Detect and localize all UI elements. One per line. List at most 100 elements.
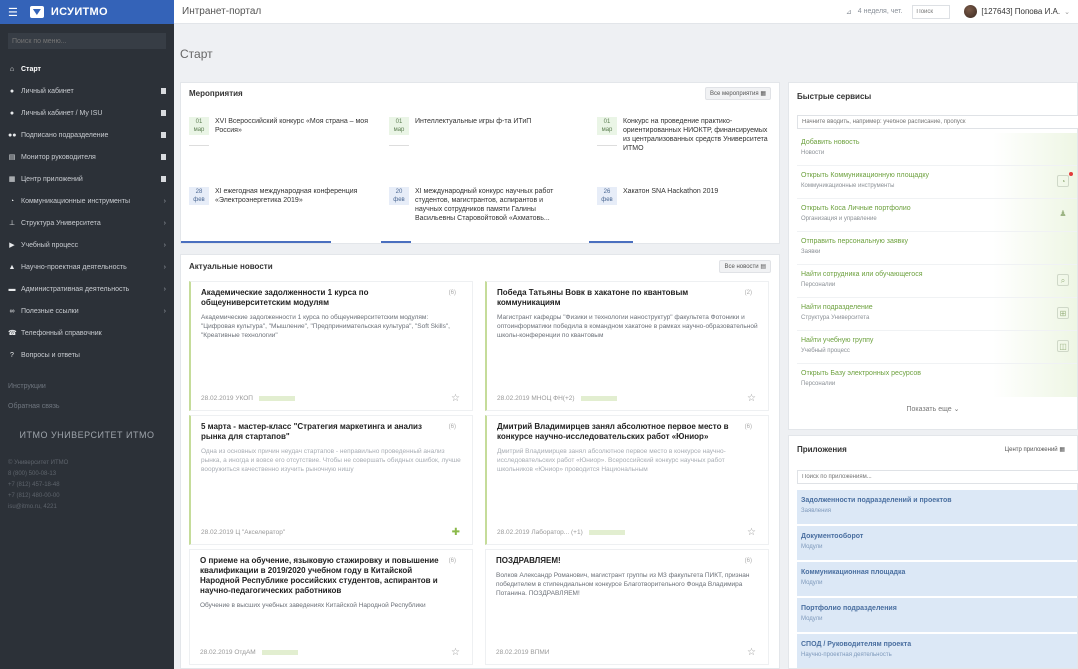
news-source[interactable]: Ц "Акселератор" bbox=[235, 529, 285, 536]
event-card[interactable]: 20 фев XI международный конкурс научных р… bbox=[381, 185, 577, 243]
sidebar-item-start[interactable]: ⌂ Старт bbox=[0, 58, 174, 80]
star-icon[interactable]: ☆ bbox=[747, 393, 756, 404]
quick-services-header: Быстрые сервисы bbox=[789, 83, 1077, 109]
global-search-input[interactable] bbox=[912, 4, 951, 19]
sidebar-item-structure[interactable]: ⊥ Структура Университета › bbox=[0, 212, 174, 234]
apps-search-input[interactable] bbox=[797, 470, 1078, 484]
star-icon[interactable]: ☆ bbox=[451, 647, 460, 658]
news-card[interactable]: Дмитрий Владимирцев занял абсолютное пер… bbox=[485, 415, 769, 545]
news-card[interactable]: Академические задолженности 1 курса по о… bbox=[189, 281, 473, 411]
quick-service-item[interactable]: Добавить новость Новости bbox=[797, 133, 1077, 166]
group-icon[interactable]: ◫ bbox=[1057, 340, 1069, 352]
sitemap-icon[interactable]: ⊞ bbox=[1057, 307, 1069, 319]
event-divider bbox=[597, 145, 617, 151]
news-card[interactable]: Победа Татьяны Вовк в хакатоне по кванто… bbox=[485, 281, 769, 411]
news-headline[interactable]: Академические задолженности 1 курса по о… bbox=[201, 288, 462, 308]
news-meta: 28.02.2019 ОтдАМ bbox=[200, 649, 298, 656]
quick-services-search-input[interactable] bbox=[797, 115, 1078, 129]
news-headline[interactable]: Победа Татьяны Вовк в хакатоне по кванто… bbox=[497, 288, 758, 308]
news-headline[interactable]: Дмитрий Владимирцев занял абсолютное пер… bbox=[497, 422, 758, 442]
sidebar-item-department[interactable]: ●● Подписано подразделение bbox=[0, 124, 174, 146]
service-link[interactable]: Отправить персональную заявку bbox=[801, 238, 908, 245]
portal-title: Интранет-портал bbox=[182, 6, 262, 17]
chevron-down-icon[interactable]: ⌄ bbox=[1064, 8, 1070, 16]
service-link[interactable]: Добавить новость bbox=[801, 139, 860, 146]
service-link[interactable]: Найти сотрудника или обучающегося bbox=[801, 271, 923, 278]
service-link[interactable]: Открыть Коммуникационную площадку bbox=[801, 172, 929, 179]
news-source[interactable]: ВПМИ bbox=[530, 649, 549, 656]
brand-name[interactable]: ИСУИТМО bbox=[51, 6, 108, 18]
news-source[interactable]: ОтдАМ bbox=[234, 649, 255, 656]
event-month: мар bbox=[393, 127, 405, 133]
quick-service-item[interactable]: Отправить персональную заявку Заявки bbox=[797, 232, 1077, 265]
sidebar-item-my-isu[interactable]: ● Личный кабинет / My ISU bbox=[0, 102, 174, 124]
sidebar-item-label: Коммуникационные инструменты bbox=[21, 197, 130, 205]
news-card[interactable]: 5 марта - мастер-класс "Стратегия маркет… bbox=[189, 415, 473, 545]
sidebar-item-education[interactable]: ▶ Учебный процесс › bbox=[0, 234, 174, 256]
quick-service-item[interactable]: Открыть Коса Личные портфолио Организация… bbox=[797, 199, 1077, 232]
app-title: СПОД / Руководителям проекта bbox=[801, 641, 912, 648]
event-card[interactable]: 01 мар Конкурс на проведение практико-ори… bbox=[589, 115, 781, 169]
sidebar-item-phonebook[interactable]: ☎ Телефонный справочник bbox=[0, 322, 174, 344]
sidebar-item-communication[interactable]: ◔ Коммуникационные инструменты › bbox=[0, 190, 174, 212]
star-icon[interactable]: ☆ bbox=[451, 393, 460, 404]
sidebar-item-faq[interactable]: ? Вопросы и ответы bbox=[0, 344, 174, 366]
quick-service-item[interactable]: Найти учебную группу Учебный процесс ◫ bbox=[797, 331, 1077, 364]
sidebar-instructions-link[interactable]: Инструкции bbox=[8, 376, 166, 396]
news-headline[interactable]: ПОЗДРАВЛЯЕМ! bbox=[496, 556, 758, 566]
app-tile[interactable]: Документооборот Модули bbox=[797, 526, 1077, 560]
quick-service-item[interactable]: Найти подразделение Структура Университет… bbox=[797, 298, 1077, 331]
search-icon[interactable]: ⌕ bbox=[1057, 274, 1069, 286]
app-tile[interactable]: Портфолио подразделения Модули bbox=[797, 598, 1077, 632]
star-icon[interactable]: ☆ bbox=[747, 527, 756, 538]
star-icon[interactable]: ☆ bbox=[747, 647, 756, 658]
star-icon[interactable]: ✚ bbox=[452, 527, 460, 538]
all-events-button[interactable]: Все мероприятия ▦ bbox=[704, 86, 771, 100]
news-source[interactable]: Лаборатор... (+1) bbox=[531, 529, 582, 536]
app-tile[interactable]: СПОД / Руководителям проекта Научно-проек… bbox=[797, 634, 1077, 668]
app-tile[interactable]: Задолженности подразделений и проектов За… bbox=[797, 490, 1077, 524]
quick-service-item[interactable]: Найти сотрудника или обучающегося Персона… bbox=[797, 265, 1077, 298]
quick-service-item[interactable]: Открыть Базу электронных ресурсов Персона… bbox=[797, 364, 1077, 397]
news-card[interactable]: ПОЗДРАВЛЯЕМ! (6) Волков Александр Романо… bbox=[485, 549, 769, 665]
news-card[interactable]: О приеме на обучение, языковую стажировк… bbox=[189, 549, 473, 665]
news-meta: 28.02.2019 Ц "Акселератор" bbox=[201, 529, 285, 536]
event-card[interactable]: 26 фев Хакатон SNA Hackathon 2019 bbox=[589, 185, 781, 243]
service-link[interactable]: Открыть Базу электронных ресурсов bbox=[801, 370, 921, 377]
menu-search-input[interactable] bbox=[8, 33, 166, 49]
chat-icon[interactable]: ◔ bbox=[1057, 175, 1069, 187]
isu-logo-icon bbox=[29, 6, 44, 18]
app-center-button[interactable]: Центр приложений ▦ bbox=[1001, 444, 1069, 455]
event-card[interactable]: 01 мар XVI Всероссийский конкурс «Моя стр… bbox=[181, 115, 377, 169]
sidebar-item-links[interactable]: ∞ Полезные ссылки › bbox=[0, 300, 174, 322]
sidebar-lower-links: Инструкции Обратная связь bbox=[0, 366, 174, 416]
sidebar-item-cabinet[interactable]: ● Личный кабинет bbox=[0, 80, 174, 102]
sidebar-item-apps[interactable]: ▦ Центр приложений bbox=[0, 168, 174, 190]
quick-service-item[interactable]: Открыть Коммуникационную площадку Коммуни… bbox=[797, 166, 1077, 199]
user-icon[interactable]: ♟ bbox=[1057, 208, 1069, 220]
news-source[interactable]: МНОЦ ФН(+2) bbox=[531, 395, 574, 402]
news-meta: 28.02.2019 МНОЦ ФН(+2) bbox=[497, 395, 617, 402]
news-headline[interactable]: О приеме на обучение, языковую стажировк… bbox=[200, 556, 462, 596]
news-source[interactable]: УКОП bbox=[235, 395, 253, 402]
event-month: мар bbox=[193, 127, 205, 133]
footer-line: +7 (812) 480-00-00 bbox=[8, 493, 60, 499]
event-card[interactable]: 28 фев XI ежегодная международная конфере… bbox=[181, 185, 377, 243]
all-news-button[interactable]: Все новости ▤ bbox=[719, 259, 771, 273]
sidebar-item-monitor[interactable]: ▤ Монитор руководителя bbox=[0, 146, 174, 168]
sidebar-item-science[interactable]: ▲ Научно-проектная деятельность › bbox=[0, 256, 174, 278]
avatar[interactable] bbox=[964, 5, 978, 18]
news-body: Одна из основных причин неудач стартапов… bbox=[201, 448, 461, 473]
service-link[interactable]: Найти учебную группу bbox=[801, 337, 873, 344]
event-card[interactable]: 01 мар Интеллектуальные игры ф-та ИТиП bbox=[381, 115, 577, 169]
menu-toggle-icon[interactable]: ☰ bbox=[8, 6, 18, 19]
user-name[interactable]: [127643] Попова И.А. bbox=[981, 7, 1060, 16]
event-progress-bar bbox=[381, 241, 411, 243]
sidebar-feedback-link[interactable]: Обратная связь bbox=[8, 396, 166, 416]
sidebar-item-admin[interactable]: ▬ Административная деятельность › bbox=[0, 278, 174, 300]
service-link[interactable]: Найти подразделение bbox=[801, 304, 873, 311]
news-headline[interactable]: 5 марта - мастер-класс "Стратегия маркет… bbox=[201, 422, 462, 442]
show-more-button[interactable]: Показать еще ⌄ bbox=[789, 405, 1077, 413]
app-tile[interactable]: Коммуникационная площадка Модули bbox=[797, 562, 1077, 596]
service-link[interactable]: Открыть Коса Личные портфолио bbox=[801, 205, 911, 212]
